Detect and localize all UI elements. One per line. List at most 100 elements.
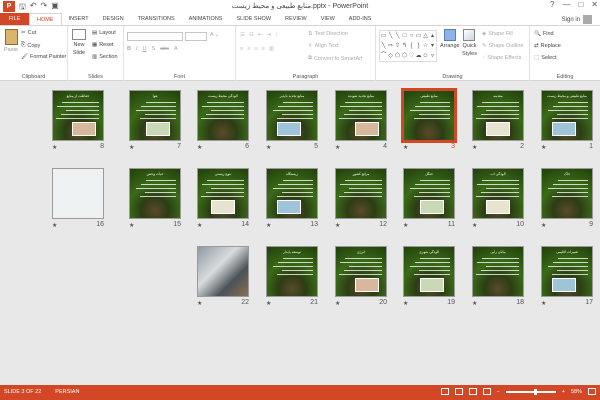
shape-hook-icon[interactable]: ↰ xyxy=(401,41,408,51)
shape-diamond-icon[interactable]: ◇ xyxy=(387,51,394,61)
slide-thumbnail[interactable] xyxy=(197,246,249,297)
convert-smartart-button[interactable]: ⧉ Convert to SmartArt xyxy=(308,55,363,62)
slide-sorter-view-icon[interactable] xyxy=(454,388,463,395)
transition-star-icon[interactable]: ★ xyxy=(52,222,57,229)
cut-button[interactable]: ✂ Cut xyxy=(21,30,36,36)
transition-star-icon[interactable]: ★ xyxy=(403,300,408,307)
italic-icon[interactable]: I xyxy=(136,46,138,52)
maximize-button[interactable]: □ xyxy=(578,0,583,9)
slide-thumbnail[interactable]: حیات وحش xyxy=(129,168,181,219)
tab-animations[interactable]: ANIMATIONS xyxy=(182,13,230,25)
slide-thumbnail[interactable]: جنگل xyxy=(403,168,455,219)
quick-styles-button[interactable]: Quick Styles xyxy=(462,29,477,57)
shadow-icon[interactable]: S xyxy=(152,46,156,52)
transition-star-icon[interactable]: ★ xyxy=(335,144,340,151)
numbering-icon[interactable]: ☷ xyxy=(249,32,254,38)
shape-bracket2-icon[interactable]: } xyxy=(415,41,422,51)
format-painter-button[interactable]: 🖌 Format Painter xyxy=(21,54,66,60)
slide-thumbnail[interactable]: توسعه پایدار xyxy=(266,246,318,297)
grow-font-icon[interactable]: A ˄ xyxy=(210,32,218,38)
transition-star-icon[interactable]: ★ xyxy=(472,222,477,229)
justify-icon[interactable]: ≡ xyxy=(262,46,265,52)
layout-button[interactable]: ▤ Layout xyxy=(92,30,116,36)
line-spacing-icon[interactable]: ↕ xyxy=(275,32,278,38)
slide-thumbnail[interactable]: مراتع کشور xyxy=(335,168,387,219)
zoom-slider[interactable] xyxy=(505,388,556,395)
close-button[interactable]: ✕ xyxy=(591,0,598,9)
transition-star-icon[interactable]: ★ xyxy=(335,222,340,229)
transition-star-icon[interactable]: ★ xyxy=(541,300,546,307)
reading-view-icon[interactable] xyxy=(468,388,477,395)
strikethrough-icon[interactable]: abc xyxy=(160,46,169,52)
slide-thumbnail[interactable]: منابع طبیعی xyxy=(401,88,457,143)
language-status[interactable]: PERSIAN xyxy=(55,389,79,395)
zoom-in-icon[interactable]: + xyxy=(562,389,565,395)
align-right-icon[interactable]: ≡ xyxy=(254,46,257,52)
text-direction-button[interactable]: ⇅ Text Direction xyxy=(308,31,348,37)
shape-effects-button[interactable]: ◌ Shape Effects xyxy=(482,55,521,61)
align-center-icon[interactable]: ≡ xyxy=(247,46,250,52)
shape-arrow2-icon[interactable]: ⇧ xyxy=(394,41,401,51)
tab-review[interactable]: REVIEW xyxy=(278,13,314,25)
transition-star-icon[interactable]: ★ xyxy=(52,144,57,151)
shape-rect-icon[interactable]: □ xyxy=(401,31,408,41)
shape-line-icon[interactable]: ╲ xyxy=(387,31,394,41)
slide-thumbnail[interactable]: آلودگی محیط زیست xyxy=(197,90,249,141)
transition-star-icon[interactable]: ★ xyxy=(541,144,546,151)
slide-thumbnail[interactable]: زیستگاه xyxy=(266,168,318,219)
slide-thumbnail[interactable]: هوا xyxy=(129,90,181,141)
slide-show-view-icon[interactable] xyxy=(482,388,491,395)
reset-button[interactable]: ▦ Reset xyxy=(92,42,114,48)
transition-star-icon[interactable]: ★ xyxy=(129,222,134,229)
select-button[interactable]: ⬚ Select xyxy=(534,55,557,61)
font-size-combobox[interactable] xyxy=(185,32,207,41)
slide-thumbnail[interactable] xyxy=(52,168,104,219)
shape-smile-icon[interactable]: ☺ xyxy=(422,51,429,61)
transition-star-icon[interactable]: ★ xyxy=(197,300,202,307)
zoom-slider-thumb[interactable] xyxy=(533,388,537,395)
transition-star-icon[interactable]: ★ xyxy=(403,222,408,229)
transition-star-icon[interactable]: ★ xyxy=(197,144,202,151)
slide-thumbnail[interactable]: آلودگی آب xyxy=(472,168,524,219)
zoom-level[interactable]: 58% xyxy=(571,389,582,395)
slide-thumbnail[interactable]: مقدمه xyxy=(472,90,524,141)
minimize-button[interactable]: — xyxy=(562,0,570,9)
slide-thumbnail[interactable]: منابع طبیعی و محیط زیست xyxy=(541,90,593,141)
shape-down-icon[interactable]: ▾ xyxy=(429,41,436,51)
slide-sorter[interactable]: منابع طبیعی و محیط زیست ★ 1 مقدمه ★ 2 منابع طب… xyxy=(0,81,600,385)
tab-insert[interactable]: INSERT xyxy=(62,13,96,25)
underline-icon[interactable]: U xyxy=(143,46,147,52)
replace-button[interactable]: ⇄ Replace xyxy=(534,43,561,49)
shape-hex-icon[interactable]: ⬡ xyxy=(401,51,408,61)
help-button[interactable]: ? xyxy=(550,0,554,9)
arrange-button[interactable]: Arrange xyxy=(440,29,460,49)
slide-thumbnail[interactable]: بیابان زایی xyxy=(472,246,524,297)
slide-thumbnail[interactable]: خاک xyxy=(541,168,593,219)
transition-star-icon[interactable]: ★ xyxy=(472,300,477,307)
shape-fill-button[interactable]: ◈ Shape Fill xyxy=(482,31,513,37)
copy-button[interactable]: ⎘ Copy xyxy=(21,42,40,49)
shape-heart-icon[interactable]: ♡ xyxy=(408,51,415,61)
tab-transitions[interactable]: TRANSITIONS xyxy=(131,13,182,25)
transition-star-icon[interactable]: ★ xyxy=(335,300,340,307)
shape-more-icon[interactable]: ▴ xyxy=(429,31,436,41)
shapes-more-icon[interactable]: ▿ xyxy=(429,51,436,61)
transition-star-icon[interactable]: ★ xyxy=(541,222,546,229)
font-name-combobox[interactable] xyxy=(127,32,183,41)
find-button[interactable]: 🔍 Find xyxy=(534,31,554,37)
normal-view-icon[interactable] xyxy=(440,388,449,395)
shape-line3-icon[interactable]: ╲ xyxy=(380,41,387,51)
align-left-icon[interactable]: ≡ xyxy=(240,46,243,52)
shape-pent-icon[interactable]: ⬠ xyxy=(394,51,401,61)
increase-indent-icon[interactable]: ⇥ xyxy=(266,32,271,38)
shape-textbox-icon[interactable]: ▭ xyxy=(380,31,387,41)
avatar[interactable] xyxy=(583,15,592,24)
transition-star-icon[interactable]: ★ xyxy=(129,144,134,151)
slide-thumbnail[interactable]: منابع تجدید شونده xyxy=(335,90,387,141)
shape-cloud-icon[interactable]: ☁ xyxy=(415,51,422,61)
shape-oval-icon[interactable]: ○ xyxy=(408,31,415,41)
bullets-icon[interactable]: ☰ xyxy=(240,32,245,38)
transition-star-icon[interactable]: ★ xyxy=(197,222,202,229)
shape-rect2-icon[interactable]: ▭ xyxy=(415,31,422,41)
transition-star-icon[interactable]: ★ xyxy=(266,300,271,307)
